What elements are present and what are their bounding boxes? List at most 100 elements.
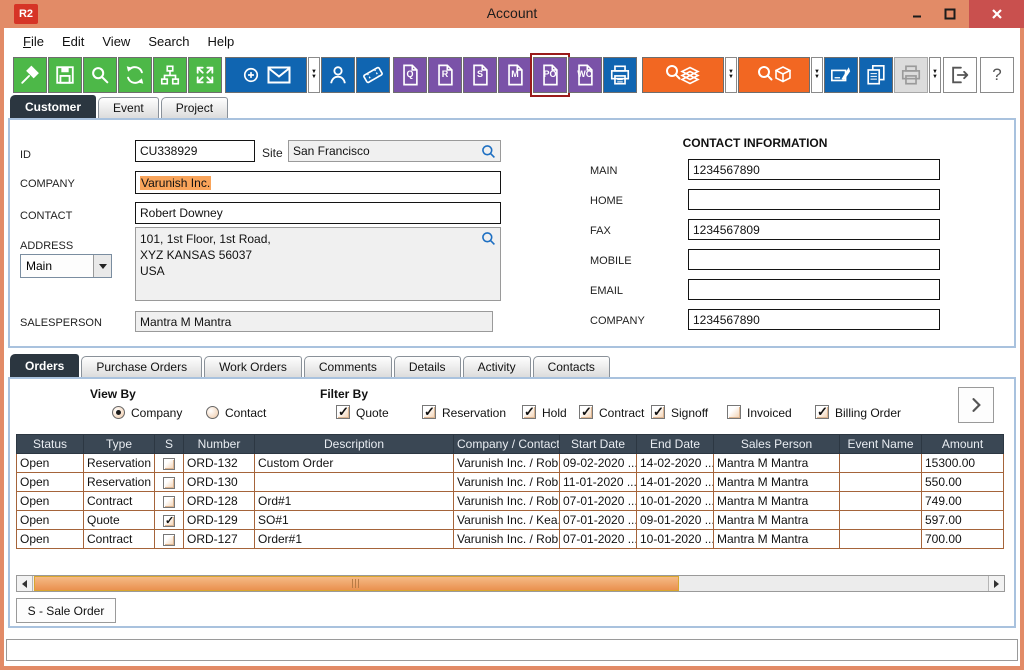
table-row[interactable]: Open Quote ORD-129 SO#1 Varunish Inc. / … (17, 511, 1004, 530)
col-company-contact[interactable]: Company / Contact (454, 435, 560, 454)
mobile-field[interactable] (688, 249, 940, 270)
main-phone-field[interactable] (688, 159, 940, 180)
checkbox-billing-order-label[interactable]: Billing Order (835, 406, 901, 420)
work-order-button[interactable]: WO (568, 57, 602, 93)
search-package-dropdown[interactable]: ▼▼ (811, 57, 823, 93)
main-phone-input[interactable] (693, 163, 935, 177)
purchase-order-button[interactable]: PO (533, 57, 567, 93)
contact-person-button[interactable] (321, 57, 355, 93)
address-type-dropdown-button[interactable] (93, 255, 111, 277)
help-button[interactable]: ? (980, 57, 1014, 93)
row-s-checkbox[interactable] (163, 515, 175, 527)
company-field[interactable]: Varunish Inc. (135, 171, 501, 194)
company-phone-input[interactable] (693, 313, 935, 327)
email-field[interactable] (688, 279, 940, 300)
tab-details[interactable]: Details (394, 356, 461, 377)
radio-company[interactable] (112, 406, 125, 419)
checkbox-quote-label[interactable]: Quote (356, 406, 389, 420)
horizontal-scrollbar[interactable] (16, 575, 1005, 592)
tab-comments[interactable]: Comments (304, 356, 392, 377)
col-end-date[interactable]: End Date (637, 435, 714, 454)
table-row[interactable]: Open Contract ORD-128 Ord#1 Varunish Inc… (17, 492, 1004, 511)
row-s-checkbox[interactable] (163, 477, 175, 489)
next-button[interactable] (958, 387, 994, 423)
row-s-checkbox[interactable] (163, 534, 175, 546)
menu-help[interactable]: Help (199, 31, 244, 52)
id-field[interactable] (135, 140, 255, 162)
col-event-name[interactable]: Event Name (840, 435, 922, 454)
row-s-checkbox[interactable] (163, 458, 175, 470)
menu-edit[interactable]: Edit (53, 31, 93, 52)
fax-button[interactable] (603, 57, 637, 93)
tab-activity[interactable]: Activity (463, 356, 531, 377)
col-description[interactable]: Description (255, 435, 454, 454)
tab-purchase-orders[interactable]: Purchase Orders (81, 356, 202, 377)
maximize-button[interactable] (936, 0, 964, 28)
tab-customer[interactable]: Customer (10, 95, 96, 118)
col-start-date[interactable]: Start Date (560, 435, 637, 454)
refresh-button[interactable] (118, 57, 152, 93)
checkbox-invoiced[interactable] (727, 405, 741, 419)
tab-project[interactable]: Project (161, 97, 228, 118)
checkbox-quote[interactable] (336, 405, 350, 419)
tab-work-orders[interactable]: Work Orders (204, 356, 302, 377)
minimize-button[interactable] (903, 0, 931, 28)
mobile-input[interactable] (693, 253, 935, 267)
col-number[interactable]: Number (184, 435, 255, 454)
address-type-combo[interactable]: Main (20, 254, 112, 278)
save-button[interactable] (48, 57, 82, 93)
checkbox-contract-label[interactable]: Contract (599, 406, 644, 420)
table-row[interactable]: Open Reservation ORD-132 Custom Order Va… (17, 454, 1004, 473)
radio-company-label[interactable]: Company (131, 406, 182, 420)
search-inventory-button[interactable] (642, 57, 724, 93)
checkbox-reservation[interactable] (422, 405, 436, 419)
print-dropdown[interactable]: ▼▼ (929, 57, 941, 93)
radio-contact-label[interactable]: Contact (225, 406, 266, 420)
table-row[interactable]: Open Contract ORD-127 Order#1 Varunish I… (17, 530, 1004, 549)
compose-email-button[interactable] (225, 57, 307, 93)
checkbox-billing-order[interactable] (815, 405, 829, 419)
table-row[interactable]: Open Reservation ORD-130 Varunish Inc. /… (17, 473, 1004, 492)
company-phone-field[interactable] (688, 309, 940, 330)
reservation-button[interactable]: R (428, 57, 462, 93)
tab-orders[interactable]: Orders (10, 354, 79, 377)
edit-signature-button[interactable] (824, 57, 858, 93)
checkbox-signoff[interactable] (651, 405, 665, 419)
close-button[interactable] (969, 0, 1024, 28)
scrollbar-thumb[interactable] (34, 576, 679, 591)
checkbox-reservation-label[interactable]: Reservation (442, 406, 506, 420)
col-status[interactable]: Status (17, 435, 84, 454)
fax-input[interactable] (693, 223, 935, 237)
checkbox-hold-label[interactable]: Hold (542, 406, 567, 420)
contact-field[interactable] (135, 202, 501, 224)
tab-event[interactable]: Event (98, 97, 159, 118)
sale-order-legend[interactable]: S - Sale Order (16, 598, 116, 623)
fax-field[interactable] (688, 219, 940, 240)
search-package-button[interactable] (738, 57, 810, 93)
col-sales-person[interactable]: Sales Person (714, 435, 840, 454)
tools-button[interactable] (13, 57, 47, 93)
quote-button[interactable]: Q (393, 57, 427, 93)
hierarchy-button[interactable] (153, 57, 187, 93)
search-button[interactable] (83, 57, 117, 93)
col-type[interactable]: Type (84, 435, 155, 454)
checkbox-contract[interactable] (579, 405, 593, 419)
checkbox-invoiced-label[interactable]: Invoiced (747, 406, 792, 420)
address-field[interactable]: 101, 1st Floor, 1st Road, XYZ KANSAS 560… (135, 227, 501, 301)
search-inventory-dropdown[interactable]: ▼▼ (725, 57, 737, 93)
copy-button[interactable] (859, 57, 893, 93)
home-phone-field[interactable] (688, 189, 940, 210)
checkbox-hold[interactable] (522, 405, 536, 419)
radio-contact[interactable] (206, 406, 219, 419)
row-s-checkbox[interactable] (163, 496, 175, 508)
email-input[interactable] (693, 283, 935, 297)
menu-file[interactable]: File (14, 31, 53, 52)
email-dropdown-button[interactable]: ▼▼ (308, 57, 320, 93)
site-field[interactable]: San Francisco (288, 140, 501, 162)
misc-order-button[interactable]: M (498, 57, 532, 93)
scroll-right-button[interactable] (988, 576, 1004, 591)
ticket-button[interactable] (356, 57, 390, 93)
col-amount[interactable]: Amount (922, 435, 1004, 454)
id-input[interactable] (140, 144, 250, 158)
scroll-left-button[interactable] (17, 576, 33, 591)
